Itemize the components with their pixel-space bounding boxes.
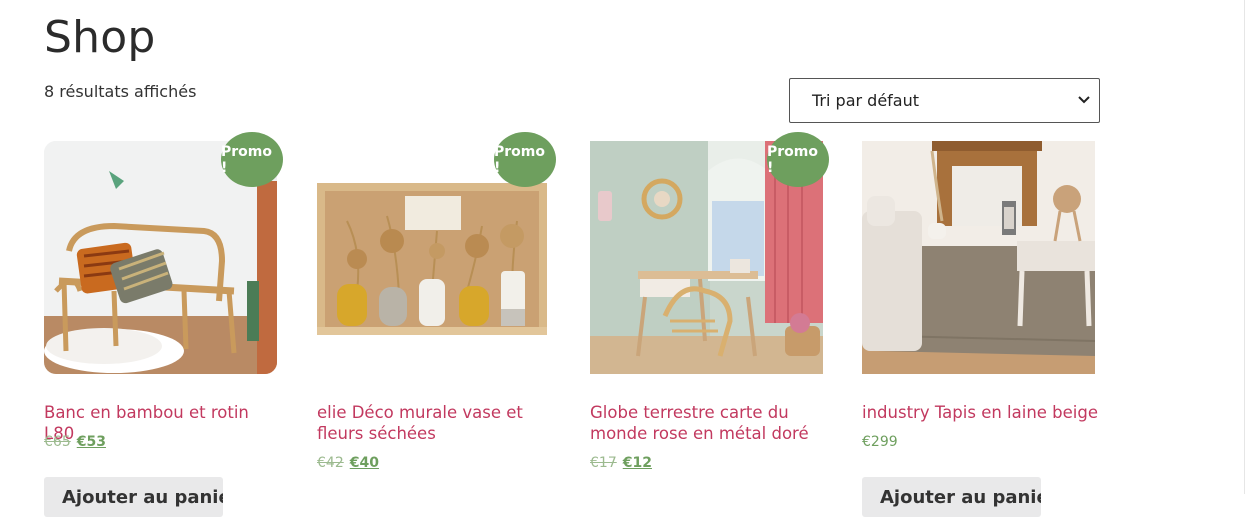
page-title: Shop [44, 12, 156, 63]
product-title[interactable]: Globe terrestre carte du monde rose en m… [590, 402, 830, 444]
product-price: €42 €40 [317, 455, 379, 471]
content-edge-divider [1244, 0, 1245, 494]
old-price: €65 [44, 434, 71, 450]
result-count: 8 résultats affichés [44, 82, 197, 101]
product-title[interactable]: elie Déco murale vase et fleurs séchées [317, 402, 557, 444]
product-image[interactable] [862, 141, 1095, 374]
add-to-cart-button[interactable]: Ajouter au panier [44, 477, 223, 517]
sort-select[interactable]: Tri par défaut [789, 78, 1100, 123]
sale-badge: Promo ! [767, 132, 829, 187]
old-price: €17 [590, 455, 617, 471]
sale-price: €12 [622, 455, 652, 471]
product-card [862, 141, 1095, 374]
old-price: €42 [317, 455, 344, 471]
sale-price: €40 [349, 455, 379, 471]
product-price: €65 €53 [44, 434, 106, 450]
chevron-down-icon [1078, 96, 1090, 104]
sort-select-value: Tri par défaut [812, 91, 920, 110]
sale-price: €53 [76, 434, 106, 450]
sale-badge: Promo ! [494, 132, 556, 187]
product-price: €299 [862, 434, 898, 450]
product-title[interactable]: industry Tapis en laine beige [862, 402, 1102, 423]
sale-badge: Promo ! [221, 132, 283, 187]
regular-price: €299 [862, 434, 898, 450]
product-price: €17 €12 [590, 455, 652, 471]
add-to-cart-button[interactable]: Ajouter au panier [862, 477, 1041, 517]
